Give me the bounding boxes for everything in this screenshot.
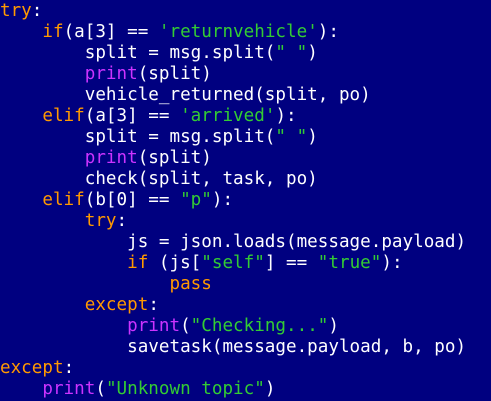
- code-text-token: :: [148, 295, 159, 315]
- code-line: js = json.loads(message.payload): [0, 232, 491, 253]
- code-text-token: :: [63, 358, 75, 378]
- code-text-token: :: [31, 1, 43, 21]
- string-token: "Unknown topic": [105, 379, 265, 399]
- code-line: pass: [0, 274, 491, 295]
- code-text-token: ):: [211, 190, 234, 210]
- code-line: except:: [0, 295, 491, 316]
- code-text-token: ): [307, 43, 318, 63]
- code-line: print(split): [0, 148, 491, 169]
- code-text-token: js = json.loads(message.payload): [0, 232, 467, 252]
- code-text-token: ): [264, 379, 276, 399]
- code-text-token: (a[3] ==: [63, 22, 159, 42]
- keyword-token: if: [127, 253, 149, 273]
- code-line: split = msg.split(" "): [0, 43, 491, 64]
- code-text-token: (: [95, 379, 106, 399]
- code-text-token: ):: [317, 22, 339, 42]
- code-text-token: ): [307, 127, 318, 147]
- string-token: " ": [275, 43, 308, 63]
- code-line: print(split): [0, 64, 491, 85]
- string-token: " ": [275, 127, 308, 147]
- code-line: print("Unknown topic"): [0, 379, 491, 400]
- code-text-token: :: [116, 211, 128, 231]
- string-token: "Checking...": [190, 316, 329, 336]
- keyword-token: try: [84, 211, 117, 231]
- code-text-token: check(split, task, po): [0, 169, 318, 189]
- keyword-token: try: [0, 1, 32, 21]
- code-line: elif(a[3] == 'arrived'):: [0, 106, 491, 127]
- code-editor[interactable]: try: if(a[3] == 'returnvehicle'): split …: [0, 0, 491, 401]
- builtin-token: print: [42, 379, 96, 399]
- code-text-token: (js[: [148, 253, 202, 273]
- code-line: if(a[3] == 'returnvehicle'):: [0, 22, 491, 43]
- code-text-token: ):: [275, 106, 297, 126]
- code-text-token: vehicle_returned(split, po): [0, 85, 371, 105]
- keyword-token: except: [0, 358, 64, 378]
- code-line: if (js["self"] == "true"):: [0, 253, 491, 274]
- code-line: split = msg.split(" "): [0, 127, 491, 148]
- string-token: "self": [201, 253, 265, 273]
- code-line: print("Checking..."): [0, 316, 491, 337]
- code-text-token: split = msg.split(: [0, 127, 276, 147]
- code-line: elif(b[0] == "p"):: [0, 190, 491, 211]
- code-line: savetask(message.payload, b, po): [0, 337, 491, 358]
- code-text-token: savetask(message.payload, b, po): [0, 337, 467, 357]
- keyword-token: elif: [42, 106, 85, 126]
- code-line: vehicle_returned(split, po): [0, 85, 491, 106]
- code-text-token: ): [328, 316, 339, 336]
- string-token: 'returnvehicle': [158, 22, 318, 42]
- code-text-token: (a[3] ==: [84, 106, 181, 126]
- code-line: try:: [0, 211, 491, 232]
- code-text-token: (split): [137, 64, 212, 84]
- code-text-token: (: [180, 316, 191, 336]
- code-text-token: ] ==: [264, 253, 318, 273]
- keyword-token: elif: [42, 190, 85, 210]
- code-line: try:: [0, 1, 491, 22]
- keyword-token: if: [42, 22, 64, 42]
- string-token: "p": [180, 190, 212, 210]
- code-text-token: split = msg.split(: [0, 43, 276, 63]
- code-line: check(split, task, po): [0, 169, 491, 190]
- builtin-token: print: [127, 316, 181, 336]
- code-text-token: (b[0] ==: [84, 190, 181, 210]
- keyword-token: pass: [169, 274, 212, 294]
- code-line: except:: [0, 358, 491, 379]
- code-text-token: (split): [137, 148, 212, 168]
- string-token: 'arrived': [180, 106, 276, 126]
- builtin-token: print: [84, 64, 138, 84]
- keyword-token: except: [84, 295, 149, 315]
- code-text-token: ):: [381, 253, 403, 273]
- builtin-token: print: [84, 148, 138, 168]
- string-token: "true": [317, 253, 382, 273]
